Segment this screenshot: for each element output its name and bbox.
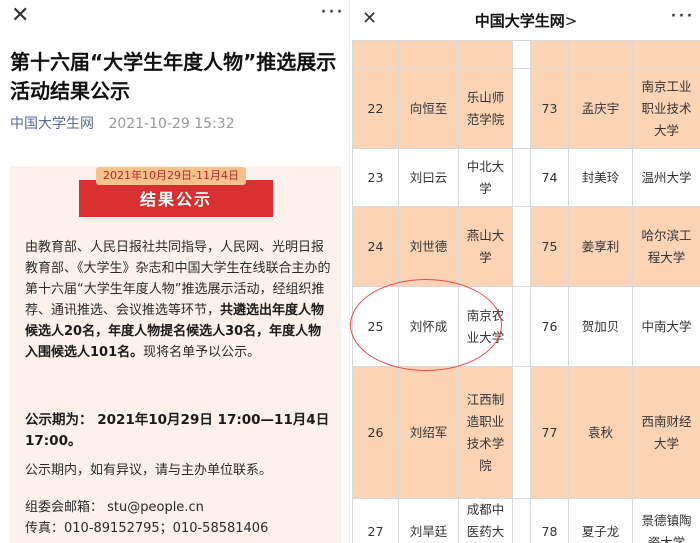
table-row: 27刘旱廷成都中医药大学 78夏子龙景德镇陶瓷大学: [352, 498, 700, 543]
result-banner: 结果公示: [79, 180, 273, 217]
list-title[interactable]: 中国大学生网>: [352, 10, 700, 31]
cell-school-left: [458, 40, 513, 69]
cell-name-left: [398, 40, 459, 69]
article-date: 2021-10-29 15:32: [108, 116, 235, 132]
cell-rank-right: 77: [530, 366, 569, 499]
list-pane: 22 向恒至 乐山师范学院 73 孟庆宇 南京工业职业技术大学 23 刘曰云 中北大学 74 封美玲…: [352, 0, 700, 543]
more-options-icon[interactable]: ···: [670, 6, 694, 28]
cell-rank-left: 27: [352, 498, 399, 543]
period-pill: 2021年10月29日-11月4日: [96, 167, 246, 185]
cell-gap: [512, 498, 531, 543]
list-header: ✕ 中国大学生网> ···: [352, 0, 700, 40]
cell-school-right: 温州大学: [632, 148, 700, 207]
cell-rank-left: 24: [352, 206, 399, 287]
cell-name-right: 姜享利: [568, 206, 633, 287]
cell-rank-right: 78: [530, 498, 569, 543]
cell-gap: [512, 68, 531, 149]
cell-rank-right: [530, 40, 569, 69]
cell-rank-left: 22: [352, 68, 399, 149]
cell-name-right: 夏子龙: [568, 498, 633, 543]
cell-school-right: 哈尔滨工程大学: [632, 206, 700, 287]
table-row: 26 刘绍军 江西制造职业技术学院 77 袁秋 西南财经大学: [352, 366, 700, 499]
cell-rank-left: 26: [352, 366, 399, 499]
cell-name-left: 向恒至: [398, 68, 459, 149]
close-icon[interactable]: ✕: [11, 5, 29, 27]
cell-school-left: 江西制造职业技术学院: [458, 366, 513, 499]
cell-rank-right: 73: [530, 68, 569, 149]
table-row: [352, 40, 700, 69]
cell-school-left: 成都中医药大学: [458, 498, 513, 543]
screenshot-composite: ✕ ··· 第十六届“大学生年度人物”推选展示活动结果公示 中国大学生网 202…: [0, 0, 700, 543]
cell-school-left: 乐山师范学院: [458, 68, 513, 149]
cell-school-left: 燕山大学: [458, 206, 513, 287]
cell-school-right: 景德镇陶瓷大学: [632, 498, 700, 543]
article-pane: ✕ ··· 第十六届“大学生年度人物”推选展示活动结果公示 中国大学生网 202…: [0, 0, 349, 543]
cell-gap: [512, 286, 531, 367]
cell-name-right: 袁秋: [568, 366, 633, 499]
article-source-link[interactable]: 中国大学生网: [10, 116, 94, 132]
cell-name-right: 孟庆宇: [568, 68, 633, 149]
cell-gap: [512, 366, 531, 499]
cell-school-right: [632, 40, 700, 69]
contact-paragraph: 组委会邮箱： stu@people.cn 传真：010-89152795；010…: [25, 497, 333, 539]
cell-rank-right: 74: [530, 148, 569, 207]
cell-name-left: 刘世德: [398, 206, 459, 287]
cell-name-left: 刘绍军: [398, 366, 459, 499]
cell-rank-right: 76: [530, 286, 569, 367]
cell-gap: [512, 40, 531, 69]
cell-school-right: 西南财经大学: [632, 366, 700, 499]
contact-email: 组委会邮箱： stu@people.cn: [25, 500, 204, 515]
cell-rank-left: 23: [352, 148, 399, 207]
objection-paragraph: 公示期内，如有异议，请与主办单位联系。: [25, 463, 273, 478]
period-paragraph: 公示期为： 2021年10月29日 17:00—11月4日 17:00。: [25, 412, 330, 449]
table-row: 22 向恒至 乐山师范学院 73 孟庆宇 南京工业职业技术大学: [352, 68, 700, 149]
cell-rank-left: [352, 40, 399, 69]
table-row: 24 刘世德 燕山大学 75 姜享利 哈尔滨工程大学: [352, 206, 700, 287]
cell-gap: [512, 206, 531, 287]
cell-gap: [512, 148, 531, 207]
intro-paragraph: 由教育部、人民日报社共同指导，人民网、光明日报教育部、《大学生》杂志和中国大学生…: [25, 240, 331, 360]
cell-rank-right: 75: [530, 206, 569, 287]
table-row: 23 刘曰云 中北大学 74 封美玲 温州大学: [352, 148, 700, 207]
chevron-right-icon: >: [564, 12, 578, 30]
contact-fax: 传真：010-89152795；010-58581406: [25, 521, 269, 536]
cell-school-right: 南京工业职业技术大学: [632, 68, 700, 149]
cell-name-right: 封美玲: [568, 148, 633, 207]
article-meta: 中国大学生网 2021-10-29 15:32: [10, 113, 235, 133]
cell-school-right: 中南大学: [632, 286, 700, 367]
cell-name-left: 刘旱廷: [398, 498, 459, 543]
more-options-icon[interactable]: ···: [320, 2, 344, 24]
cell-name-right: [568, 40, 633, 69]
cell-name-left: 刘曰云: [398, 148, 459, 207]
cell-school-left: 中北大学: [458, 148, 513, 207]
article-title: 第十六届“大学生年度人物”推选展示活动结果公示: [10, 50, 337, 103]
highlight-circle: [350, 279, 502, 371]
cell-name-right: 贺加贝: [568, 286, 633, 367]
